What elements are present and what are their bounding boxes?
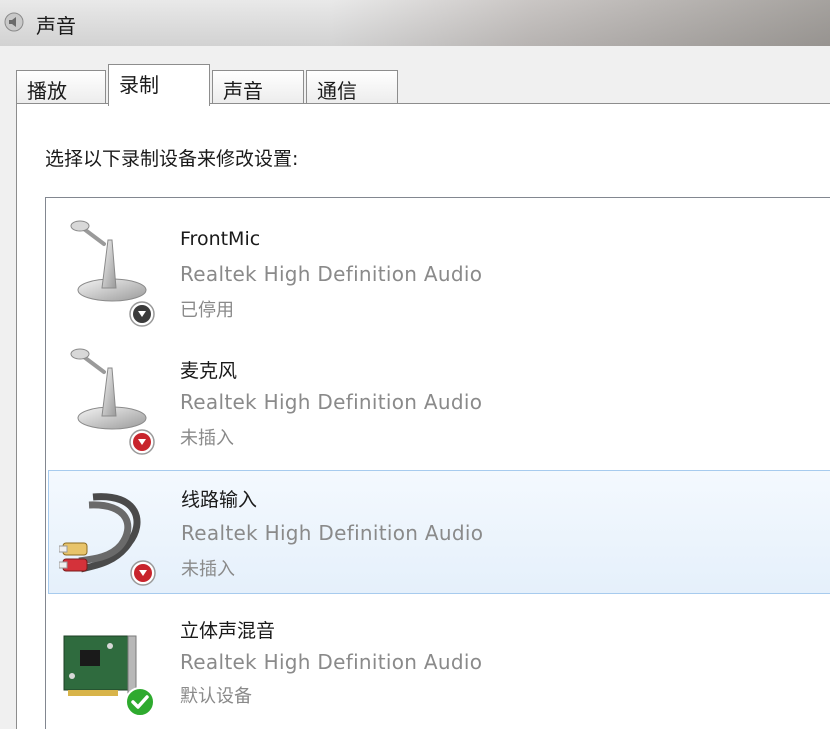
tab-label: 录制 xyxy=(119,73,159,97)
speaker-app-icon xyxy=(4,12,24,32)
tab-playback[interactable]: 播放 xyxy=(16,70,106,104)
device-item-microphone[interactable]: 麦克风 Realtek High Definition Audio 未插入 xyxy=(48,330,830,455)
unplugged-badge-icon xyxy=(130,560,156,586)
device-item-stereo-mix[interactable]: 立体声混音 Realtek High Definition Audio 默认设备 xyxy=(48,598,830,722)
tab-sounds[interactable]: 声音 xyxy=(212,70,304,104)
disabled-badge-icon xyxy=(129,301,155,327)
instruction-text: 选择以下录制设备来修改设置: xyxy=(45,148,299,170)
window-title: 声音 xyxy=(36,14,76,38)
device-item-frontmic[interactable]: FrontMic Realtek High Definition Audio 已… xyxy=(48,202,830,327)
device-driver: Realtek High Definition Audio xyxy=(180,390,483,414)
device-name: 麦克风 xyxy=(180,360,238,382)
device-name: 立体声混音 xyxy=(180,620,276,642)
tab-label: 声音 xyxy=(223,79,263,103)
device-status: 已停用 xyxy=(180,300,234,321)
tab-bar: 播放 录制 声音 通信 xyxy=(16,64,830,106)
device-name: FrontMic xyxy=(180,228,261,250)
device-name: 线路输入 xyxy=(181,489,258,511)
device-status: 默认设备 xyxy=(180,686,252,707)
tab-communications[interactable]: 通信 xyxy=(306,70,398,104)
device-driver: Realtek High Definition Audio xyxy=(180,262,483,286)
default-check-icon xyxy=(125,687,155,717)
device-status: 未插入 xyxy=(181,559,235,580)
device-item-line-in[interactable]: 线路输入 Realtek High Definition Audio 未插入 xyxy=(48,470,830,594)
device-driver: Realtek High Definition Audio xyxy=(181,521,484,545)
tab-panel: 选择以下录制设备来修改设置: FrontMic Realtek High Def… xyxy=(16,103,830,729)
tab-label: 播放 xyxy=(27,79,67,103)
recording-device-list[interactable]: FrontMic Realtek High Definition Audio 已… xyxy=(45,197,830,729)
title-bar[interactable]: 声音 xyxy=(0,0,830,46)
device-status: 未插入 xyxy=(180,428,234,449)
tab-recording[interactable]: 录制 xyxy=(108,64,210,106)
tab-label: 通信 xyxy=(317,79,357,103)
device-driver: Realtek High Definition Audio xyxy=(180,650,483,674)
unplugged-badge-icon xyxy=(129,429,155,455)
